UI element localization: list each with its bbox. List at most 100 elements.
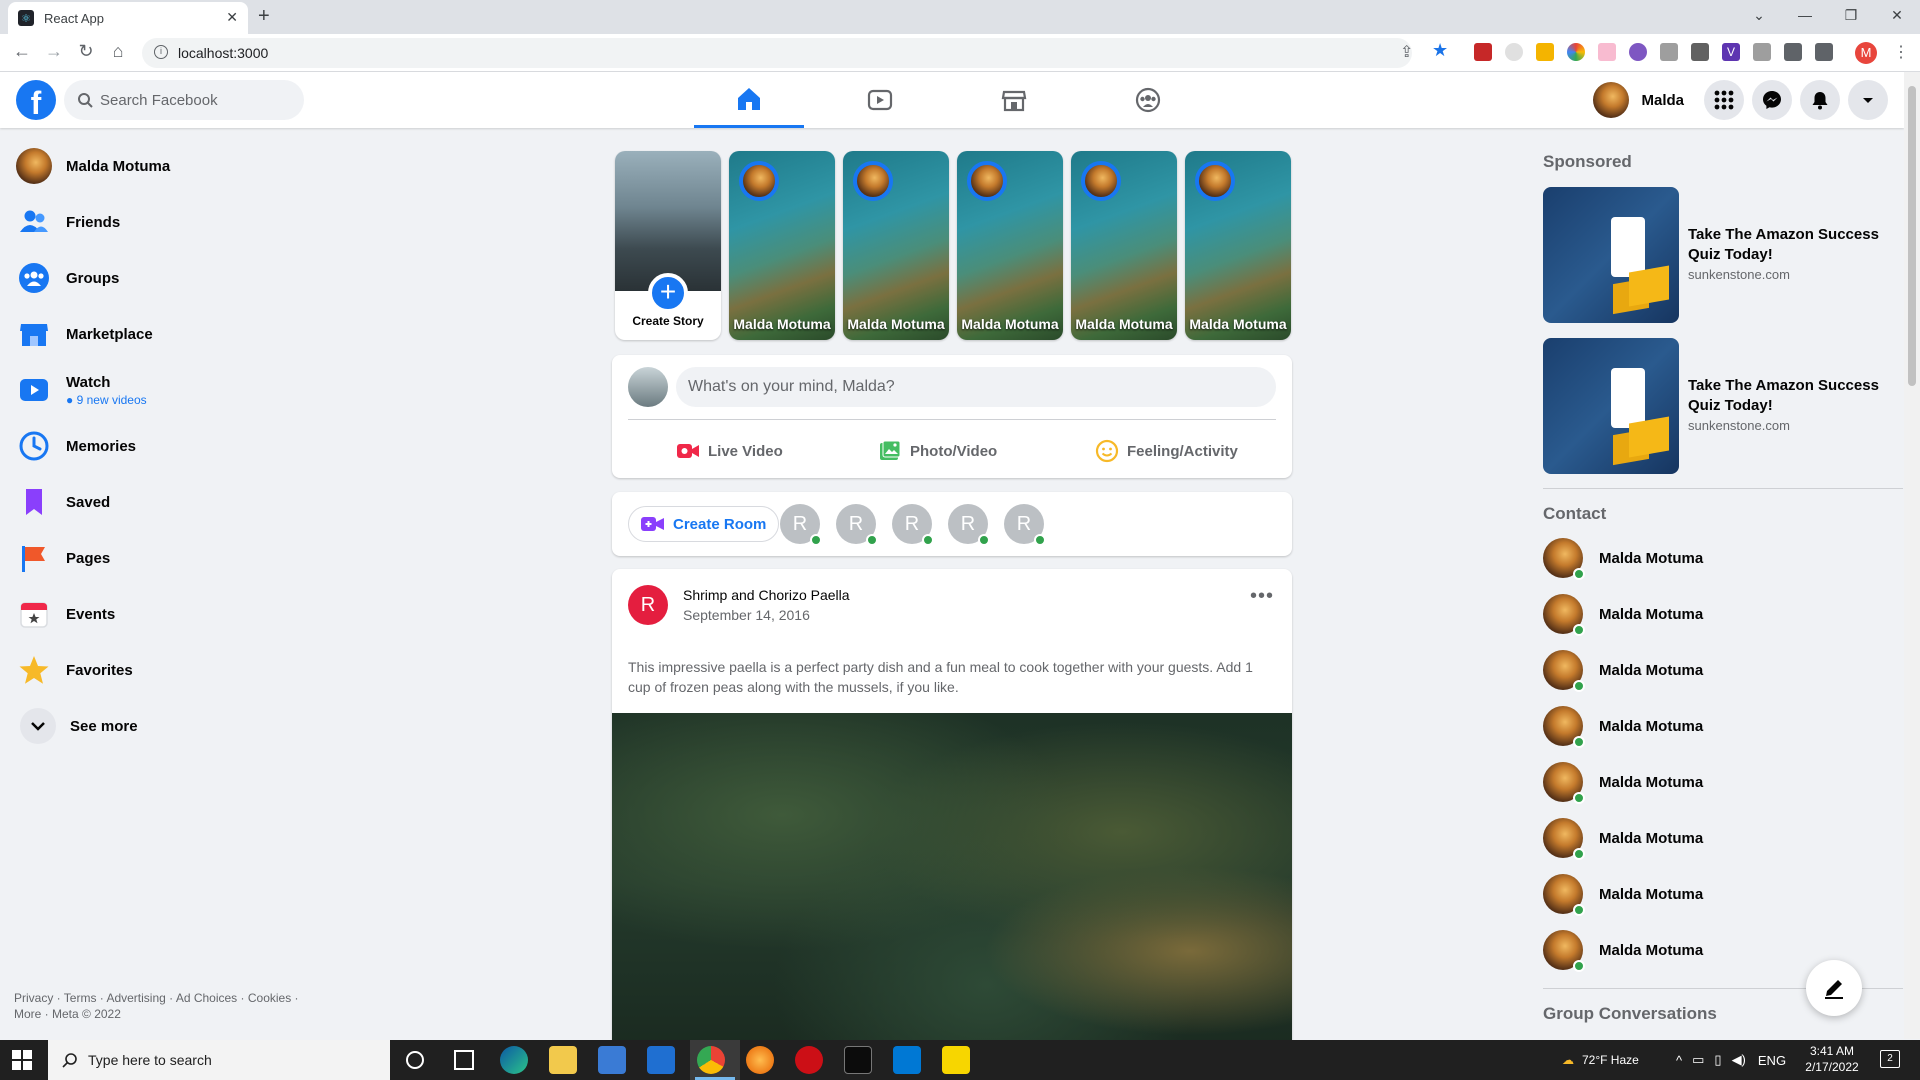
tray-icons[interactable]: ^ ▭ ▯ ◀) ENG: [1676, 1040, 1786, 1080]
avatar[interactable]: R: [780, 504, 822, 546]
more-options-icon[interactable]: •••: [1250, 585, 1274, 608]
contact-item[interactable]: Malda Motuma: [1543, 866, 1703, 922]
account-button[interactable]: [1848, 80, 1888, 120]
sidebar-item-saved[interactable]: Saved: [8, 474, 348, 530]
contact-item[interactable]: Malda Motuma: [1543, 698, 1703, 754]
extension-icon[interactable]: [1505, 43, 1523, 61]
task-view-icon[interactable]: [454, 1050, 474, 1070]
tab-groups[interactable]: [1093, 72, 1203, 128]
post-title[interactable]: Shrimp and Chorizo Paella: [683, 587, 850, 603]
extensions-puzzle-icon[interactable]: [1784, 43, 1802, 61]
address-bar[interactable]: i localhost:3000: [142, 38, 1412, 68]
bookmark-star-icon[interactable]: ★: [1432, 40, 1448, 61]
mail-icon[interactable]: [647, 1046, 675, 1074]
forward-icon[interactable]: →: [42, 41, 66, 62]
story-card[interactable]: Malda Motuma: [729, 151, 835, 340]
create-story-card[interactable]: + Create Story: [615, 151, 721, 340]
extension-icon[interactable]: [1598, 43, 1616, 61]
footer-line[interactable]: More · Meta © 2022: [14, 1006, 344, 1022]
sidebar-item-pages[interactable]: Pages: [8, 530, 348, 586]
browser-tab[interactable]: ⚛ React App ✕: [8, 2, 248, 34]
taskbar-search-input[interactable]: Type here to search: [48, 1040, 390, 1080]
contact-item[interactable]: Malda Motuma: [1543, 922, 1703, 978]
reload-icon[interactable]: ↻: [74, 41, 98, 62]
sticky-notes-icon[interactable]: [942, 1046, 970, 1074]
search-input[interactable]: Search Facebook: [64, 80, 304, 120]
screenshot-extension-icon[interactable]: [1753, 43, 1771, 61]
home-icon[interactable]: ⌂: [106, 41, 130, 62]
vscode-icon[interactable]: [893, 1046, 921, 1074]
extension-icon[interactable]: [1629, 43, 1647, 61]
footer-line[interactable]: Privacy · Terms · Advertising · Ad Choic…: [14, 990, 344, 1006]
photo-video-button[interactable]: Photo/Video: [878, 431, 997, 471]
back-icon[interactable]: ←: [10, 41, 34, 62]
extension-icon[interactable]: [1567, 43, 1585, 61]
firefox-icon[interactable]: [746, 1046, 774, 1074]
extension-icon[interactable]: V: [1722, 43, 1740, 61]
facebook-logo-icon[interactable]: f: [16, 80, 56, 120]
sidebar-item-marketplace[interactable]: Marketplace: [8, 306, 348, 362]
sidebar-item-friends[interactable]: Friends: [8, 194, 348, 250]
create-room-button[interactable]: Create Room: [628, 506, 780, 542]
contact-item[interactable]: Malda Motuma: [1543, 642, 1703, 698]
avatar[interactable]: R: [948, 504, 990, 546]
messenger-button[interactable]: [1752, 80, 1792, 120]
story-card[interactable]: Malda Motuma: [1185, 151, 1291, 340]
tab-home[interactable]: [694, 72, 804, 128]
extension-icon[interactable]: [1660, 43, 1678, 61]
minimize-button[interactable]: —: [1782, 0, 1828, 30]
story-card[interactable]: Malda Motuma: [843, 151, 949, 340]
sidebar-item-watch[interactable]: Watch ● 9 new videos: [8, 362, 348, 418]
chrome-icon[interactable]: [697, 1046, 725, 1074]
browser-profile-avatar[interactable]: M: [1855, 42, 1877, 64]
plus-icon[interactable]: +: [648, 273, 688, 313]
store-icon[interactable]: [598, 1046, 626, 1074]
contact-item[interactable]: Malda Motuma: [1543, 530, 1703, 586]
sidebar-item-favorites[interactable]: Favorites: [8, 642, 348, 698]
scrollbar-thumb[interactable]: [1908, 86, 1916, 386]
new-message-button[interactable]: [1806, 960, 1862, 1016]
opera-icon[interactable]: [795, 1046, 823, 1074]
site-info-icon[interactable]: i: [154, 45, 168, 59]
cortana-icon[interactable]: [406, 1051, 424, 1069]
story-card[interactable]: Malda Motuma: [1071, 151, 1177, 340]
contact-item[interactable]: Malda Motuma: [1543, 810, 1703, 866]
close-window-button[interactable]: ✕: [1874, 0, 1920, 30]
weather-widget[interactable]: ☁ 72°F Haze: [1562, 1040, 1639, 1080]
share-icon[interactable]: ⇪: [1400, 42, 1413, 62]
new-tab-button[interactable]: +: [258, 5, 270, 28]
system-clock[interactable]: 3:41 AM 2/17/2022: [1792, 1043, 1872, 1075]
contact-item[interactable]: Malda Motuma: [1543, 586, 1703, 642]
post-image[interactable]: [612, 713, 1292, 1049]
restore-button[interactable]: ❐: [1828, 0, 1874, 30]
sponsored-ad[interactable]: Take The Amazon Success Quiz Today! sunk…: [1543, 187, 1893, 323]
sponsored-ad[interactable]: Take The Amazon Success Quiz Today! sunk…: [1543, 338, 1893, 474]
story-card[interactable]: Malda Motuma: [957, 151, 1063, 340]
windows-start-icon[interactable]: [12, 1050, 32, 1070]
notification-center-icon[interactable]: 2: [1880, 1050, 1900, 1068]
tab-watch[interactable]: [825, 72, 935, 128]
edge-icon[interactable]: [500, 1046, 528, 1074]
avatar[interactable]: R: [892, 504, 934, 546]
extension-icon[interactable]: [1536, 43, 1554, 61]
profile-chip[interactable]: Malda: [1593, 82, 1684, 118]
avatar[interactable]: R: [628, 585, 668, 625]
tab-close-icon[interactable]: ✕: [226, 9, 238, 26]
reading-list-icon[interactable]: [1815, 43, 1833, 61]
avatar[interactable]: [628, 367, 668, 407]
menu-button[interactable]: [1704, 80, 1744, 120]
file-explorer-icon[interactable]: [549, 1046, 577, 1074]
avatar[interactable]: R: [1004, 504, 1046, 546]
browser-menu-icon[interactable]: ⋮: [1893, 42, 1909, 62]
terminal-icon[interactable]: [844, 1046, 872, 1074]
contact-item[interactable]: Malda Motuma: [1543, 754, 1703, 810]
see-more-button[interactable]: See more: [8, 698, 348, 754]
feeling-activity-button[interactable]: Feeling/Activity: [1095, 431, 1238, 471]
post-date[interactable]: September 14, 2016: [683, 607, 810, 623]
sidebar-item-memories[interactable]: Memories: [8, 418, 348, 474]
sidebar-item-profile[interactable]: Malda Motuma: [8, 138, 348, 194]
tab-search-icon[interactable]: ⌄: [1736, 0, 1782, 30]
extension-icon[interactable]: [1691, 43, 1709, 61]
sidebar-item-groups[interactable]: Groups: [8, 250, 348, 306]
live-video-button[interactable]: Live Video: [676, 431, 783, 471]
